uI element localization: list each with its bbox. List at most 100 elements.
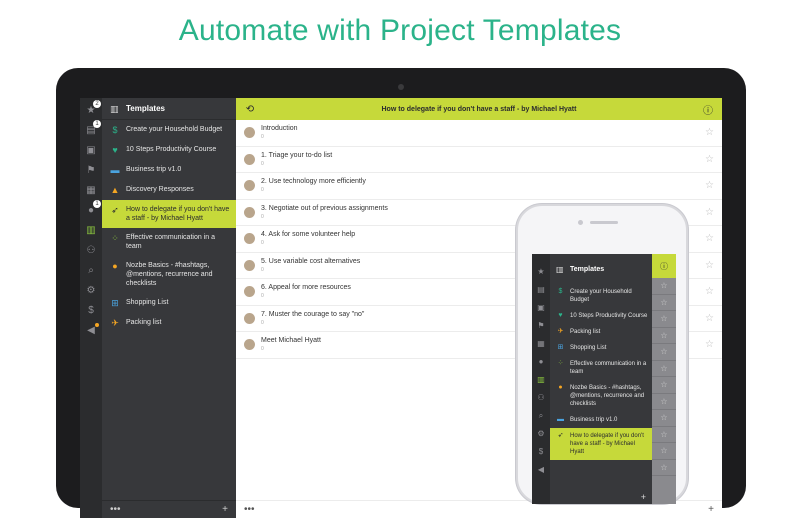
flag-icon[interactable]: ⚑ xyxy=(535,320,547,332)
star-icon[interactable]: ☆ xyxy=(705,207,714,218)
star-icon[interactable]: ☆ xyxy=(652,394,676,410)
priority-icon[interactable]: ★ 2 xyxy=(84,100,101,118)
sidebar-item-household-budget[interactable]: $ Create your Household Budget xyxy=(102,120,236,140)
phone-item-nozbe-basics[interactable]: ● Nozbe Basics - #hashtags, @mentions, re… xyxy=(550,380,652,412)
star-icon[interactable]: ☆ xyxy=(652,443,676,460)
priority-icon[interactable]: ★ xyxy=(535,266,547,278)
star-icon[interactable]: ☆ xyxy=(705,154,714,165)
templates-icon: ▥ xyxy=(556,264,564,274)
inbox-icon[interactable]: ▤ 1 xyxy=(84,120,101,138)
star-icon[interactable]: ☆ xyxy=(705,127,714,138)
megaphone-icon[interactable]: ◀ xyxy=(535,464,547,476)
project-header: ⟲ How to delegate if you don't have a st… xyxy=(236,98,722,120)
phone-footer: + xyxy=(550,490,652,504)
sync-icon[interactable]: ⟲ xyxy=(244,104,256,115)
briefcase-icon[interactable]: ▣ xyxy=(535,302,547,314)
phone-item-shopping-list[interactable]: ⊞ Shopping List xyxy=(550,340,652,356)
phone-speaker xyxy=(590,221,618,224)
star-icon[interactable]: ☆ xyxy=(652,295,676,311)
phone-item-household-budget[interactable]: $ Create your Household Budget xyxy=(550,284,652,308)
star-icon[interactable]: ☆ xyxy=(705,339,714,350)
info-icon[interactable]: ⓘ xyxy=(652,254,676,278)
search-icon[interactable]: ⌕ xyxy=(84,264,98,278)
sidebar-item-effective-communication[interactable]: ⁘ Effective communication in a team xyxy=(102,228,236,256)
settings-icon[interactable]: ⚙ xyxy=(84,284,98,298)
comments-icon[interactable]: ● xyxy=(535,356,547,368)
star-icon[interactable]: ☆ xyxy=(705,233,714,244)
phone-item-label: Shopping List xyxy=(570,345,607,351)
add-task-button[interactable]: + xyxy=(708,504,714,515)
phone-item-business-trip[interactable]: ▬ Business trip v1.0 xyxy=(550,412,652,428)
phone-task-strip: ⓘ ☆ ☆ ☆ ☆ ☆ ☆ ☆ ☆ ☆ ☆ ☆ ☆ xyxy=(652,254,676,504)
task-row[interactable]: Introduction 0 ☆ xyxy=(236,120,722,147)
star-icon[interactable]: ☆ xyxy=(705,313,714,324)
phone-item-delegate[interactable]: ➶ How to delegate if you don't have a sta… xyxy=(550,428,652,460)
star-icon[interactable]: ☆ xyxy=(705,180,714,191)
more-button[interactable]: ••• xyxy=(110,504,121,515)
calendar-icon[interactable]: ▦ xyxy=(535,338,547,350)
settings-icon[interactable]: ⚙ xyxy=(535,428,547,440)
team-icon[interactable]: ⚇ xyxy=(535,392,547,404)
star-icon[interactable]: ☆ xyxy=(652,361,676,377)
rocket-icon: ➶ xyxy=(111,205,119,215)
add-template-button[interactable]: + xyxy=(641,492,646,502)
sidebar-item-delegate[interactable]: ➶ How to delegate if you don't have a st… xyxy=(102,200,236,228)
star-icon[interactable]: ☆ xyxy=(652,427,676,443)
comment-count: 0 xyxy=(261,134,264,141)
comment-count: 0 xyxy=(261,240,264,247)
task-row[interactable]: 1. Triage your to-do list 0 ☆ xyxy=(236,147,722,173)
dollar-icon[interactable]: $ xyxy=(535,446,547,458)
phone-item-productivity-course[interactable]: ♥ 10 Steps Productivity Course xyxy=(550,308,652,324)
info-icon[interactable]: ⓘ xyxy=(702,102,714,117)
star-icon[interactable]: ☆ xyxy=(705,286,714,297)
star-icon[interactable]: ☆ xyxy=(652,278,676,295)
phone-sidebar-header: ▥ Templates xyxy=(550,254,652,284)
avatar xyxy=(244,233,255,245)
star-icon[interactable]: ☆ xyxy=(652,311,676,328)
star-icon[interactable]: ☆ xyxy=(652,344,676,361)
star-icon[interactable]: ☆ xyxy=(652,377,676,394)
sidebar-item-label: 10 Steps Productivity Course xyxy=(126,146,217,153)
templates-icon[interactable]: ▥ xyxy=(535,374,547,386)
megaphone-icon[interactable]: ◀ xyxy=(84,323,99,338)
bus-icon: ▬ xyxy=(557,416,564,423)
sidebar-item-discovery-responses[interactable]: ▲ Discovery Responses xyxy=(102,180,236,200)
star-icon[interactable]: ☆ xyxy=(652,328,676,344)
comments-icon[interactable]: ● 1 xyxy=(84,200,101,218)
flag-icon[interactable]: ⚑ xyxy=(84,164,98,178)
more-button[interactable]: ••• xyxy=(244,504,255,515)
people-icon: ⁘ xyxy=(557,360,564,367)
avatar xyxy=(244,153,255,165)
briefcase-icon[interactable]: ▣ xyxy=(84,144,98,158)
sidebar-item-label: Business trip v1.0 xyxy=(126,166,182,173)
sidebar-item-productivity-course[interactable]: ♥ 10 Steps Productivity Course xyxy=(102,140,236,160)
plane-icon: ✈ xyxy=(557,328,564,335)
avatar xyxy=(244,206,255,218)
add-template-button[interactable]: + xyxy=(222,504,228,515)
task-name: 2. Use technology more efficiently xyxy=(261,178,366,186)
phone-item-label: Business trip v1.0 xyxy=(570,417,618,423)
avatar xyxy=(244,259,255,271)
star-icon[interactable]: ☆ xyxy=(652,410,676,427)
heart-icon: ♥ xyxy=(112,145,118,155)
inbox-badge: 1 xyxy=(93,120,101,128)
sidebar-item-nozbe-basics[interactable]: ● Nozbe Basics - #hashtags, @mentions, r… xyxy=(102,256,236,293)
phone-frame: ★ ▤ ▣ ⚑ ▦ ● ▥ ⚇ ⌕ ⚙ $ ◀ ▥ Templates $ Cre… xyxy=(516,204,688,504)
calendar-icon[interactable]: ▦ xyxy=(84,184,98,198)
icon-rail: ★ 2 ▤ 1 ▣ ⚑ ▦ ● 1 ▥ ⚇ ⌕ ⚙ $ ◀ xyxy=(80,98,102,518)
sidebar-item-packing-list[interactable]: ✈ Packing list xyxy=(102,313,236,333)
phone-item-packing-list[interactable]: ✈ Packing list xyxy=(550,324,652,340)
sidebar-item-shopping-list[interactable]: ⊞ Shopping List xyxy=(102,293,236,313)
templates-icon[interactable]: ▥ xyxy=(84,224,98,238)
star-icon[interactable]: ☆ xyxy=(705,260,714,271)
star-icon[interactable]: ☆ xyxy=(652,460,676,476)
sidebar-item-business-trip[interactable]: ▬ Business trip v1.0 xyxy=(102,160,236,180)
search-icon[interactable]: ⌕ xyxy=(535,410,547,422)
task-row[interactable]: 2. Use technology more efficiently 0 ☆ xyxy=(236,173,722,200)
team-icon[interactable]: ⚇ xyxy=(84,244,98,258)
sidebar-item-label: How to delegate if you don't have a staf… xyxy=(126,206,230,222)
dollar-icon[interactable]: $ xyxy=(84,304,98,318)
inbox-icon[interactable]: ▤ xyxy=(535,284,547,296)
phone-templates-list: ▥ Templates $ Create your Household Budge… xyxy=(550,254,652,504)
phone-item-effective-communication[interactable]: ⁘ Effective communication in a team xyxy=(550,356,652,380)
